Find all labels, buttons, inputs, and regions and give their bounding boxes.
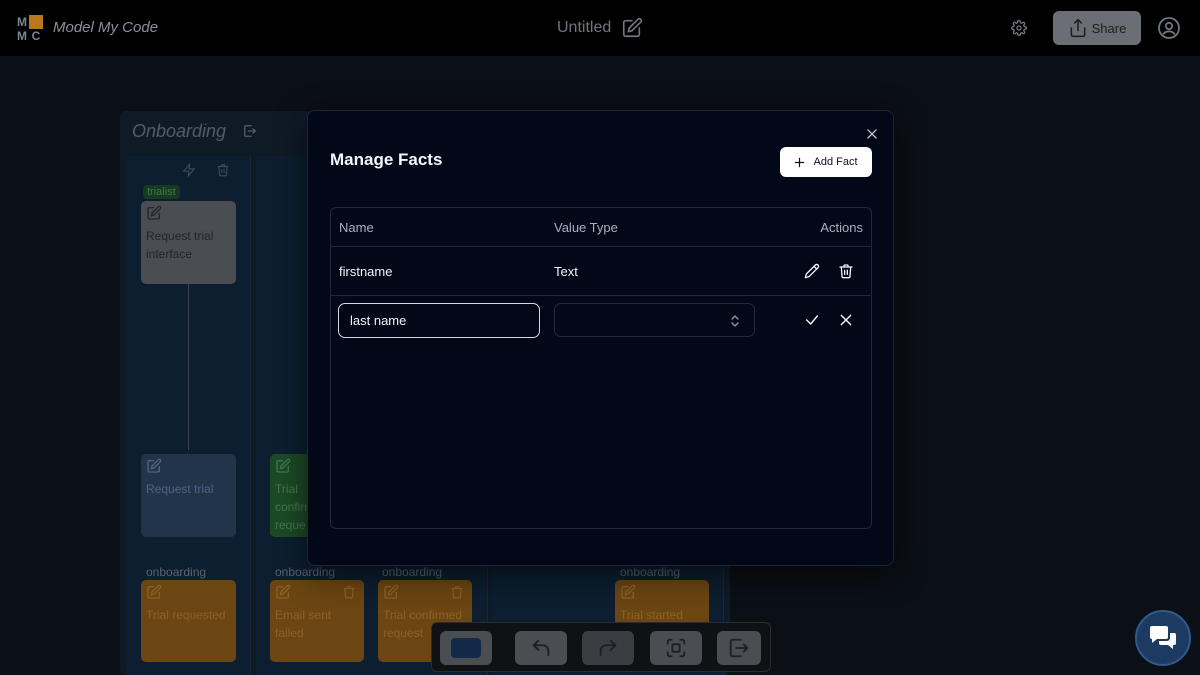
table-divider xyxy=(331,246,871,247)
column-header-name: Name xyxy=(339,220,374,235)
diagram-card[interactable]: Email sent failed xyxy=(270,580,364,662)
exit-button[interactable] xyxy=(717,631,761,665)
edit-title-icon[interactable] xyxy=(621,17,643,39)
manage-facts-dialog: Manage Facts Add Fact Name Value Type Ac… xyxy=(307,110,894,566)
card-edit-icon[interactable] xyxy=(146,458,162,474)
redo-icon xyxy=(599,639,617,657)
undo-button[interactable] xyxy=(515,631,567,665)
chat-widget-button[interactable] xyxy=(1135,610,1191,666)
settings-gear-icon[interactable] xyxy=(1011,20,1027,36)
card-edit-icon[interactable] xyxy=(275,584,291,600)
fact-name-cell: firstname xyxy=(339,264,393,279)
flow-connector xyxy=(188,284,189,450)
card-edit-icon[interactable] xyxy=(620,584,636,600)
share-label: Share xyxy=(1091,20,1127,36)
edit-pencil-icon[interactable] xyxy=(804,263,820,279)
share-upload-icon xyxy=(1070,18,1086,38)
chevron-up-down-icon xyxy=(731,315,739,327)
logo-letter: M xyxy=(17,29,27,43)
logo-letter: C xyxy=(31,29,41,43)
chat-bubbles-icon xyxy=(1150,626,1176,649)
card-label: Request trial xyxy=(146,482,214,496)
card-trash-icon[interactable] xyxy=(450,584,464,600)
column-header-actions: Actions xyxy=(820,220,863,235)
value-type-select[interactable] xyxy=(554,303,755,337)
diagram-card[interactable]: Request trial xyxy=(141,454,236,537)
card-edit-icon[interactable] xyxy=(146,584,162,600)
redo-button[interactable] xyxy=(582,631,634,665)
fact-type-cell: Text xyxy=(554,264,578,279)
card-label: Trial requested xyxy=(146,608,226,622)
lightning-icon[interactable] xyxy=(182,162,196,178)
column-header-value-type: Value Type xyxy=(554,220,618,235)
card-edit-icon[interactable] xyxy=(383,584,399,600)
trash-icon[interactable] xyxy=(838,263,854,279)
card-label: Email sent failed xyxy=(275,608,332,640)
top-bar: M M C Model My Code Untitled Share xyxy=(0,0,1200,56)
user-avatar-icon[interactable] xyxy=(1157,16,1181,40)
fit-view-button[interactable] xyxy=(650,631,702,665)
exit-board-icon[interactable] xyxy=(243,124,257,138)
dialog-title: Manage Facts xyxy=(330,150,443,169)
lane-label: onboarding xyxy=(382,565,443,579)
logo-square xyxy=(29,15,43,29)
color-swatch-button[interactable] xyxy=(440,631,492,665)
cancel-x-icon[interactable] xyxy=(838,312,854,328)
document-title[interactable]: Untitled xyxy=(557,19,611,37)
lane-label: onboarding xyxy=(620,565,681,579)
card-edit-icon[interactable] xyxy=(275,458,291,474)
diagram-card[interactable]: Trial confirm reque xyxy=(270,454,314,537)
lane-label: onboarding xyxy=(275,565,336,579)
card-label: Request trial interface xyxy=(146,229,214,261)
lane-label: onboarding xyxy=(146,565,207,579)
add-fact-button[interactable]: Add Fact xyxy=(780,147,872,177)
board-title[interactable]: Onboarding xyxy=(132,121,226,142)
add-fact-label: Add Fact xyxy=(813,156,858,168)
diagram-card[interactable]: Trial requested xyxy=(141,580,236,662)
share-button[interactable]: Share xyxy=(1053,11,1141,45)
table-divider xyxy=(331,295,871,296)
diagram-card[interactable]: Request trial interface xyxy=(141,201,236,284)
plus-icon xyxy=(795,157,805,167)
confirm-check-icon[interactable] xyxy=(804,312,820,328)
card-edit-icon[interactable] xyxy=(146,205,162,221)
trash-icon[interactable] xyxy=(216,162,230,178)
card-label: Trial started xyxy=(620,608,683,622)
logo-letter: M xyxy=(17,15,27,29)
app-logo[interactable]: M M C xyxy=(15,15,43,43)
fact-name-input[interactable] xyxy=(338,303,540,338)
exit-icon xyxy=(729,638,749,658)
app-name: Model My Code xyxy=(53,19,159,36)
card-trash-icon[interactable] xyxy=(342,584,356,600)
close-icon[interactable] xyxy=(865,127,879,141)
canvas-toolbar xyxy=(431,622,771,672)
tag-pill[interactable]: trialist xyxy=(143,185,180,199)
facts-table: Name Value Type Actions firstname Text xyxy=(330,207,872,529)
undo-icon xyxy=(532,639,550,657)
color-swatch xyxy=(451,638,481,658)
fit-view-icon xyxy=(666,638,686,658)
